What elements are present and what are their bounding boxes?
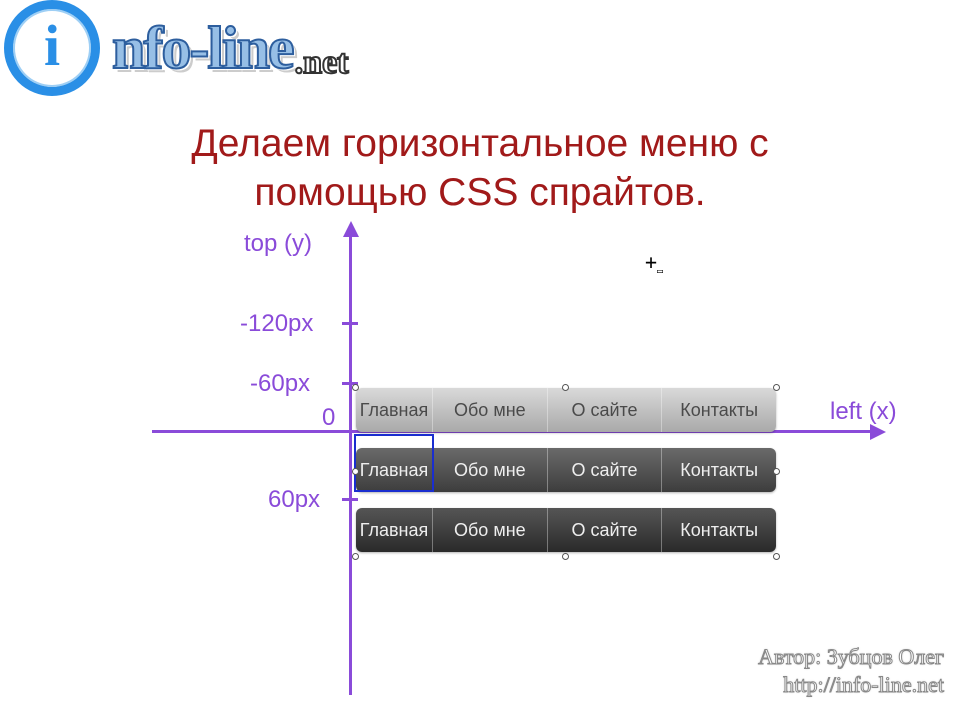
selection-highlight [354, 434, 434, 492]
y-tick-label-m120: -120px [240, 310, 313, 338]
title-line-2: помощью CSS спрайтов. [254, 171, 705, 214]
menu-item: Обо мне [433, 388, 548, 432]
origin-label: 0 [322, 404, 335, 432]
site-logo: i nfo-line .net [4, 0, 349, 96]
credits: Автор: Зубцов Олег http://info-line.net [758, 643, 944, 700]
resize-handle-icon[interactable] [352, 384, 359, 391]
y-tick-label-60: 60px [268, 486, 320, 514]
menu-item: Обо мне [433, 448, 548, 492]
credits-author: Автор: Зубцов Олег [758, 643, 944, 672]
x-axis-label: left (x) [830, 398, 897, 426]
menu-item: Обо мне [433, 508, 548, 552]
logo-letter: i [44, 17, 60, 75]
logo-badge: i [4, 0, 100, 96]
logo-tld: .net [295, 44, 349, 96]
menu-item: О сайте [548, 448, 663, 492]
menu-item: Контакты [662, 508, 776, 552]
resize-handle-icon[interactable] [352, 553, 359, 560]
title-line-1: Делаем горизонтальное меню с [191, 122, 768, 165]
menu-item: Главная [356, 388, 433, 432]
menu-item: Контакты [662, 448, 776, 492]
resize-handle-icon[interactable] [773, 384, 780, 391]
logo-word: nfo-line [112, 14, 293, 83]
menu-item: О сайте [548, 388, 663, 432]
menu-item: Главная [356, 508, 433, 552]
menu-item: О сайте [548, 508, 663, 552]
resize-handle-icon[interactable] [562, 384, 569, 391]
resize-handle-icon[interactable] [352, 468, 359, 475]
y-tick-label-m60: -60px [250, 370, 310, 398]
resize-handle-icon[interactable] [773, 553, 780, 560]
sprite-row-active: Главная Обо мне О сайте Контакты [356, 508, 776, 552]
menu-item: Контакты [662, 388, 776, 432]
y-tick [342, 322, 358, 325]
y-axis-line [349, 235, 352, 695]
y-axis-label: top (y) [244, 230, 312, 258]
credits-url: http://info-line.net [758, 671, 944, 700]
crosshair-cursor-icon: +▭ [645, 256, 663, 270]
page-title: Делаем горизонтальное меню с помощью CSS… [0, 120, 960, 218]
resize-handle-icon[interactable] [773, 468, 780, 475]
coordinate-axes: top (y) left (x) -120px -60px 0 60px [0, 0, 960, 720]
resize-handle-icon[interactable] [562, 553, 569, 560]
sprite-row-normal: Главная Обо мне О сайте Контакты [356, 388, 776, 432]
y-axis-arrow-icon [343, 221, 359, 237]
x-axis-arrow-icon [870, 424, 886, 440]
